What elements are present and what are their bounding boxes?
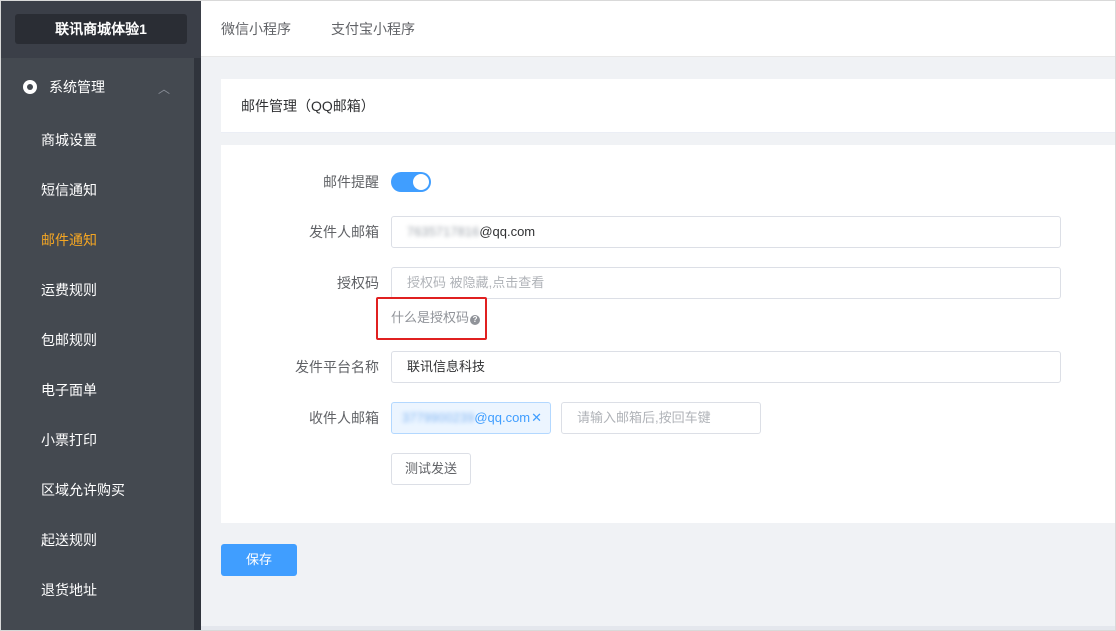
recipient-email-input[interactable]: 请输入邮箱后,按回车键	[561, 402, 761, 434]
sidebar-item[interactable]: 电子面单	[1, 365, 194, 415]
sender-email-input[interactable]: 7635717816@qq.com	[391, 216, 1061, 248]
recipient-row: 收件人邮箱 3779900239@qq.com ✕ 请输入邮箱后,按回车键	[221, 402, 1115, 434]
tab-wechat-miniprogram[interactable]: 微信小程序	[221, 19, 291, 39]
recipient-email-domain: @qq.com	[474, 410, 531, 425]
recipient-email-tag: 3779900239@qq.com ✕	[391, 402, 551, 434]
sidebar-item[interactable]: 小票打印	[1, 415, 194, 465]
save-button[interactable]: 保存	[221, 544, 297, 576]
sender-row: 发件人邮箱 7635717816@qq.com	[221, 216, 1115, 248]
sidebar-item[interactable]: 运费规则	[1, 265, 194, 315]
test-send-button[interactable]: 测试发送	[391, 453, 471, 485]
question-icon: ?	[470, 315, 481, 325]
menu-items: 商城设置 短信通知 邮件通知 运费规则 包邮规则 电子面单 小票打印 区域允许购买 起送规则 退货…	[1, 115, 194, 615]
sidebar-item[interactable]: 退货地址	[1, 565, 194, 615]
email-settings-form: 邮件提醒 发件人邮箱 7635717816@qq.com 授权码 授权码 被隐藏…	[221, 145, 1115, 523]
sidebar-item[interactable]: 包邮规则	[1, 315, 194, 365]
reminder-label: 邮件提醒	[323, 174, 379, 190]
auth-label: 授权码	[337, 275, 379, 291]
sender-email-domain: @qq.com	[479, 224, 536, 239]
menu-group-label: 系统管理	[49, 78, 105, 95]
menu-group-system[interactable]: 系统管理 ︿	[1, 58, 194, 115]
bottom-divider	[201, 626, 1115, 630]
sidebar-item[interactable]: 区域允许购买	[1, 465, 194, 515]
close-icon[interactable]: ✕	[531, 403, 542, 433]
top-tabs: 微信小程序 支付宝小程序	[201, 1, 1115, 57]
sender-email-local: 7635717816	[407, 224, 480, 239]
auth-help-text: 什么是授权码	[391, 310, 470, 325]
sidebar-item[interactable]: 邮件通知	[1, 215, 194, 265]
toggle-knob	[413, 174, 429, 190]
chevron-up-icon: ︿	[157, 82, 170, 96]
recipient-label: 收件人邮箱	[309, 410, 379, 426]
app-window: 联讯商城体验1 系统管理 ︿ 商城设置 短信通知 邮件通知 运费规则 包邮规则 电子面单小…	[0, 0, 1116, 631]
platform-name-input[interactable]: 联讯信息科技	[391, 351, 1061, 383]
platform-row: 发件平台名称 联讯信息科技	[221, 351, 1115, 383]
sidebar-menu: 系统管理 ︿ 商城设置 短信通知 邮件通知 运费规则 包邮规则 电子面单 小票打印 区域允许购…	[1, 58, 194, 630]
platform-label: 发件平台名称	[295, 359, 379, 375]
reminder-toggle[interactable]	[391, 172, 431, 192]
reminder-row: 邮件提醒	[221, 166, 1115, 198]
auth-row: 授权码 授权码 被隐藏,点击查看	[221, 267, 1115, 299]
sidebar-item[interactable]: 起送规则	[1, 515, 194, 565]
recipient-email-local: 3779900239	[402, 410, 475, 425]
auth-help-link[interactable]: 什么是授权码?	[391, 307, 481, 326]
brand-area: 联讯商城体验1	[1, 1, 201, 58]
sidebar-scrollbar[interactable]	[194, 58, 201, 630]
auth-code-input[interactable]: 授权码 被隐藏,点击查看	[391, 267, 1061, 299]
sidebar-item[interactable]: 商城设置	[1, 115, 194, 165]
tab-alipay-miniprogram[interactable]: 支付宝小程序	[331, 19, 415, 39]
store-name[interactable]: 联讯商城体验1	[15, 14, 187, 44]
sender-label: 发件人邮箱	[309, 224, 379, 240]
gear-icon	[23, 79, 37, 94]
panel-title: 邮件管理（QQ邮箱）	[221, 79, 1115, 133]
sidebar-item[interactable]: 短信通知	[1, 165, 194, 215]
